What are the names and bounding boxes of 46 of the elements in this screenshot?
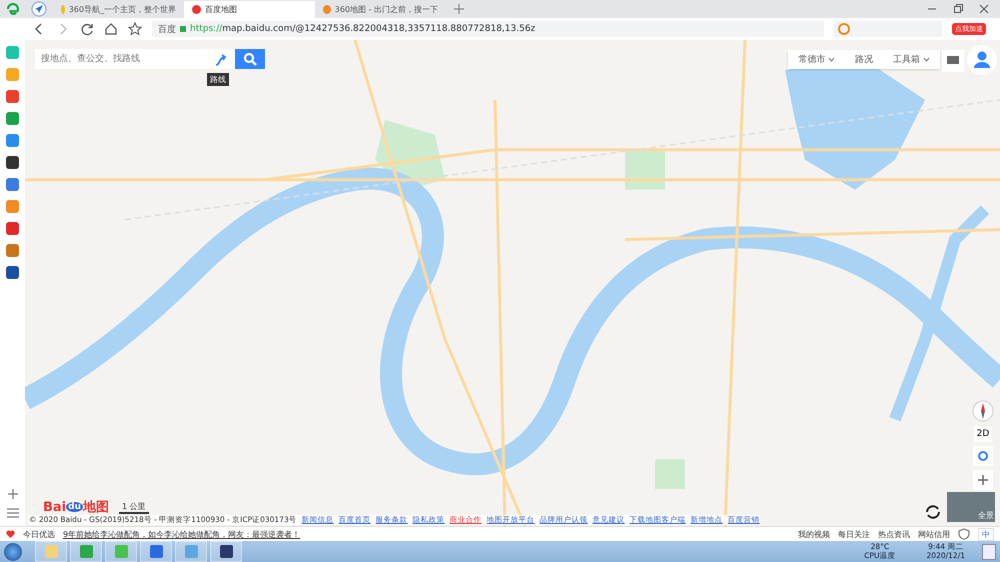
user-avatar-icon[interactable] bbox=[967, 45, 997, 75]
status-item[interactable]: 网站信用 bbox=[918, 528, 950, 540]
star-icon[interactable] bbox=[128, 22, 142, 36]
browser-tab[interactable]: 360导航_一个主页，整个世界 bbox=[53, 1, 184, 18]
menu-icon[interactable] bbox=[6, 508, 18, 518]
map-search-field[interactable]: 搜地点、查公交、找路线 bbox=[35, 49, 207, 69]
sidebar-app-icon[interactable] bbox=[6, 156, 19, 169]
caret-icon bbox=[828, 57, 836, 62]
sidebar-app-icon[interactable] bbox=[6, 266, 19, 279]
2d-toggle[interactable]: 2D bbox=[974, 426, 992, 442]
traffic-button[interactable]: 路况 bbox=[845, 50, 884, 69]
search-field[interactable] bbox=[834, 21, 942, 37]
browser-logo-icon bbox=[4, 1, 20, 17]
taskbar-app-icon[interactable] bbox=[210, 541, 242, 562]
status-item[interactable]: 我的视频 bbox=[798, 528, 830, 540]
reload-icon[interactable] bbox=[80, 22, 94, 36]
start-button[interactable] bbox=[4, 542, 22, 560]
address-bar[interactable]: 百度 https://map.baidu.com/@12427536.822004318,3357118.880772818,13.56z bbox=[152, 21, 824, 37]
home-icon[interactable] bbox=[104, 22, 118, 36]
city-dropdown[interactable]: 常德市 bbox=[788, 50, 846, 69]
news-link[interactable]: 9年前她给李沁做配角，如今李沁给她做配角，网友：最强逆袭者！ bbox=[63, 528, 300, 540]
notification-icon[interactable] bbox=[982, 544, 996, 560]
today-picks-label[interactable]: 今日优选 bbox=[23, 528, 55, 540]
search-icon bbox=[243, 52, 257, 66]
status-item[interactable]: 每日关注 bbox=[838, 528, 870, 540]
close-icon[interactable] bbox=[978, 3, 990, 15]
plus-icon[interactable] bbox=[8, 489, 18, 499]
zoom-in-icon[interactable] bbox=[973, 470, 993, 490]
refresh-icon[interactable] bbox=[924, 503, 942, 521]
plus-icon[interactable] bbox=[454, 4, 464, 14]
heart-icon bbox=[6, 530, 15, 538]
route-tooltip: 路线 bbox=[207, 73, 229, 86]
street-view-thumbnail[interactable]: 全景 bbox=[947, 492, 995, 522]
search-button[interactable] bbox=[235, 49, 265, 69]
locate-icon[interactable] bbox=[973, 446, 993, 466]
browser-tab[interactable]: 360地图 - 出门之前，搜一下 bbox=[315, 1, 446, 18]
taskbar-app-icon[interactable] bbox=[140, 541, 172, 562]
route-icon[interactable] bbox=[207, 49, 235, 69]
caret-icon bbox=[923, 57, 930, 62]
restore-icon[interactable] bbox=[952, 3, 964, 15]
toolbox-dropdown[interactable]: 工具箱 bbox=[883, 50, 940, 69]
shield-icon[interactable] bbox=[958, 528, 970, 540]
compass-icon[interactable] bbox=[972, 400, 994, 422]
browser-tab[interactable]: 百度地图 bbox=[184, 1, 315, 18]
input-method-indicator[interactable]: 中 bbox=[978, 528, 994, 540]
status-item[interactable]: 热点资讯 bbox=[878, 528, 910, 540]
